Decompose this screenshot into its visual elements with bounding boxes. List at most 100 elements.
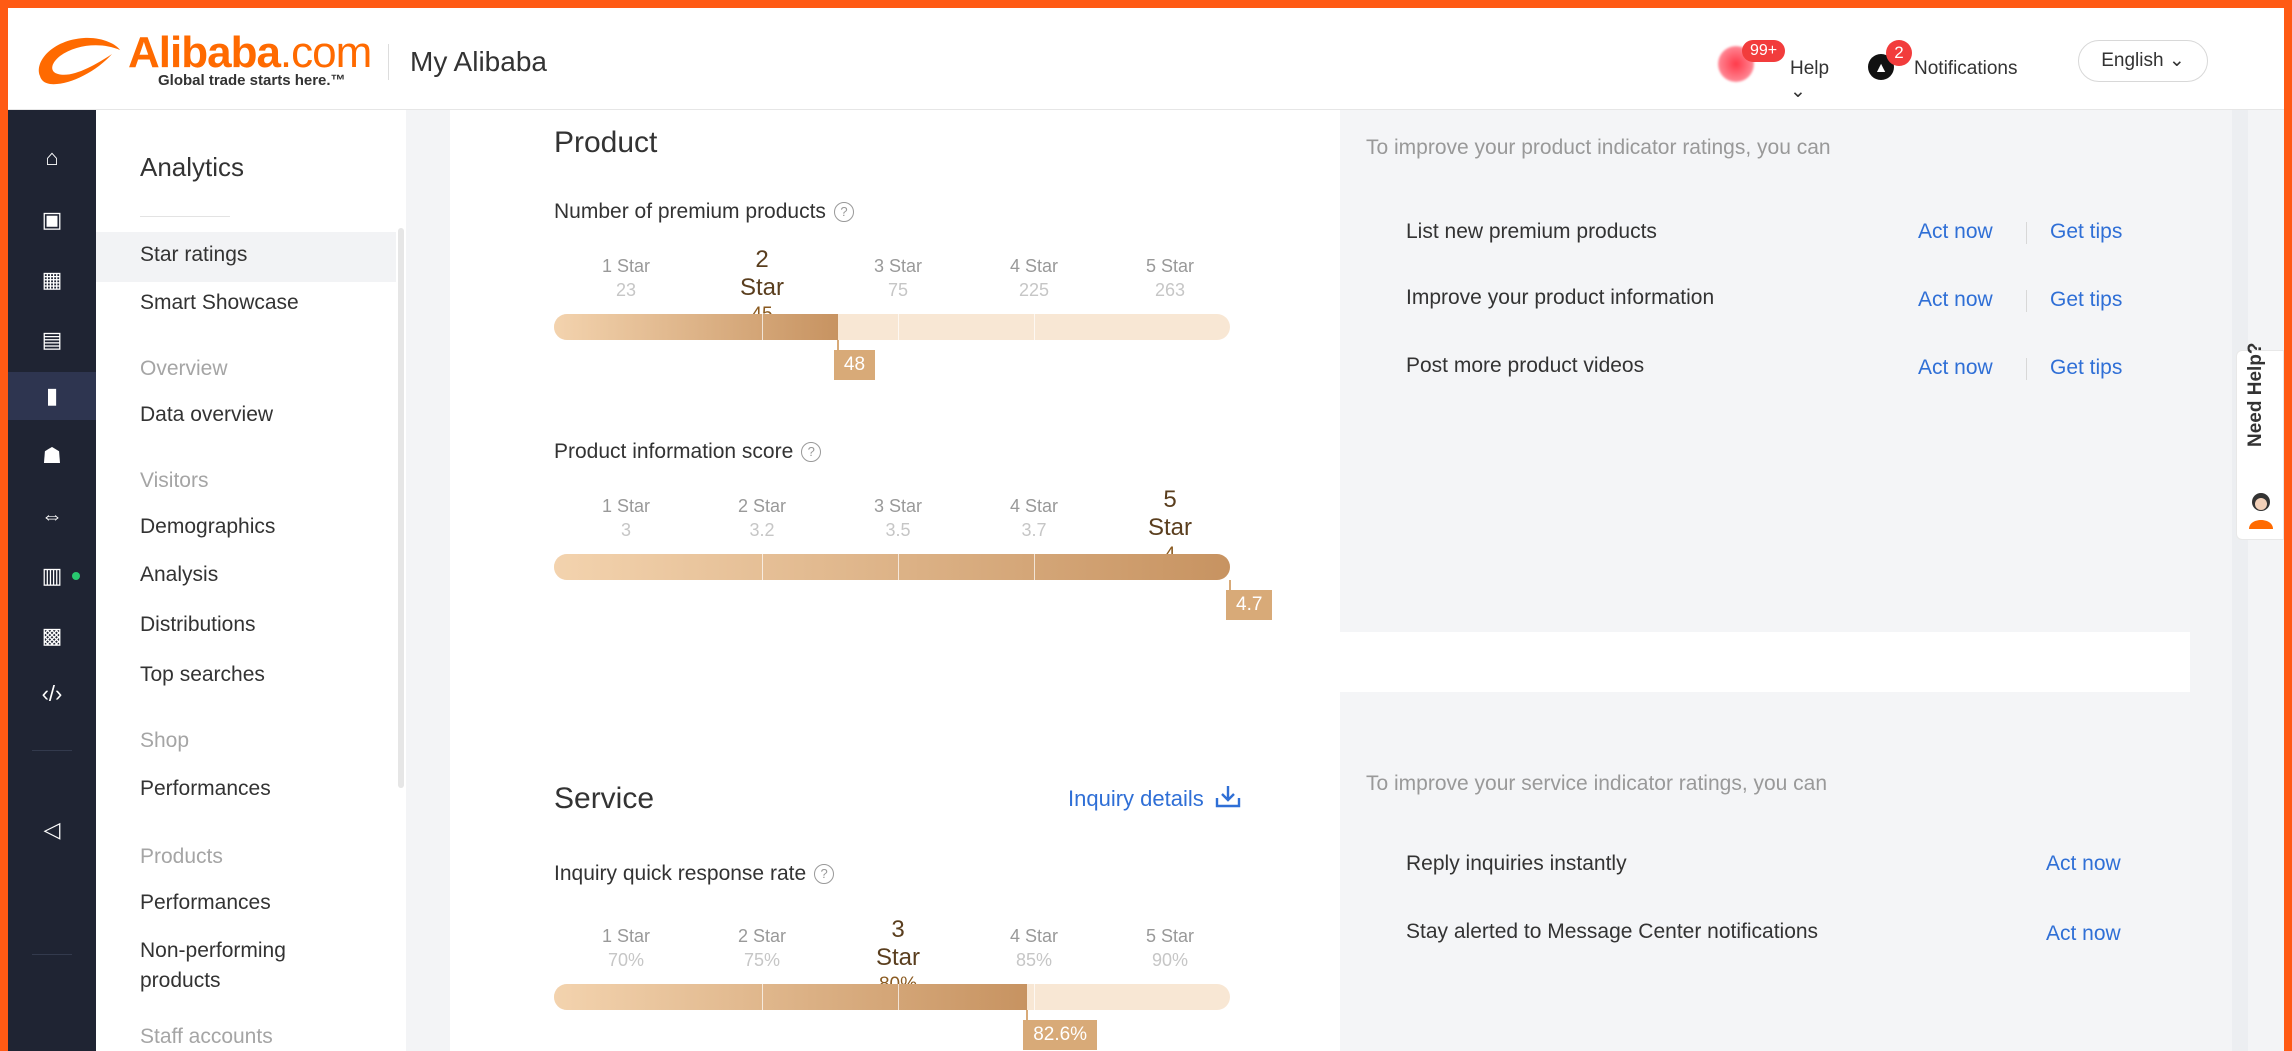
info-your-value-marker: 4.7 xyxy=(1226,590,1273,620)
clipboard-icon[interactable]: ▥ xyxy=(8,552,96,600)
menu-item-non-performing[interactable]: Non-performing xyxy=(140,938,286,964)
tip-stay-alerted: Stay alerted to Message Center notificat… xyxy=(1406,920,1819,943)
menu-scrollbar[interactable] xyxy=(398,228,404,788)
response-star-threshold: 90% xyxy=(1151,950,1189,970)
tip-reply-instantly: Reply inquiries instantly xyxy=(1406,852,1627,875)
response-star-threshold: 85% xyxy=(1015,950,1053,970)
message-count-badge: 99+ xyxy=(1742,40,1786,62)
premium-your-value-marker: 48 xyxy=(833,350,876,380)
response-progress-tick xyxy=(898,984,899,1010)
notifications-menu[interactable]: ▲ 2 Notifications xyxy=(1864,38,2044,80)
service-section-title: Service xyxy=(554,782,655,815)
tip-post-videos: Post more product videos xyxy=(1406,354,1645,377)
menu-item-star-ratings[interactable]: Star ratings xyxy=(140,242,247,268)
alibaba-logo[interactable]: Alibaba.com Global trade starts here.™ xyxy=(32,28,392,92)
download-icon[interactable] xyxy=(1214,784,1242,810)
analytics-icon[interactable]: ▮ xyxy=(8,372,96,420)
product-tips-heading: To improve your product indicator rating… xyxy=(1366,136,1831,159)
need-help-label: Need Help? xyxy=(2245,342,2266,447)
premium-star-label: 3 Star xyxy=(873,256,923,276)
info-star-threshold: 3 xyxy=(620,520,631,540)
menu-item-data-overview[interactable]: Data overview xyxy=(140,402,273,428)
product-info-title: Product information score? xyxy=(554,440,822,464)
menu-item-analysis[interactable]: Analysis xyxy=(140,562,218,588)
question-icon[interactable]: ? xyxy=(814,864,835,884)
premium-star-threshold: 225 xyxy=(1018,280,1050,300)
header-divider xyxy=(388,44,389,80)
icon-rail: ⌂ ▣ ▦ ▤ ▮ ☗ ⇔ ▥ ▩ ‹/› ◁ xyxy=(8,110,96,1051)
info-star-threshold: 3.2 xyxy=(749,520,775,540)
help-menu[interactable]: 99+ Help ⌄ xyxy=(1708,38,1848,102)
card-gap xyxy=(1340,632,2190,692)
response-star-label-current-line2: Star xyxy=(875,944,920,971)
menu-item-smart-showcase[interactable]: Smart Showcase xyxy=(140,290,299,316)
info-star-label-current: 5 xyxy=(1163,486,1177,513)
act-now-link[interactable]: Act now xyxy=(2046,922,2121,946)
get-tips-link[interactable]: Get tips xyxy=(2050,288,2122,312)
menu-item-shop-performances[interactable]: Performances xyxy=(140,776,271,802)
info-star-label: 2 Star xyxy=(737,496,787,516)
response-star-label-current: 3 xyxy=(891,916,905,943)
tip-list-premium: List new premium products xyxy=(1406,220,1657,243)
response-progress-tick xyxy=(762,984,763,1010)
send-icon[interactable]: ◁ xyxy=(8,806,96,854)
info-star-threshold: 3.7 xyxy=(1021,520,1047,540)
premium-star-label-current-line2: Star xyxy=(739,274,784,301)
response-rate-title: Inquiry quick response rate? xyxy=(554,862,835,886)
grid-icon[interactable]: ▦ xyxy=(8,256,96,304)
info-star-label: 1 Star xyxy=(601,496,651,516)
premium-progress-track xyxy=(554,314,1230,340)
support-agent-icon xyxy=(2249,493,2273,529)
menu-group-overview: Overview xyxy=(140,357,228,380)
home-icon[interactable]: ⌂ xyxy=(8,134,96,182)
question-icon[interactable]: ? xyxy=(801,442,822,462)
users-icon[interactable]: ☗ xyxy=(8,432,96,480)
premium-star-label: 4 Star xyxy=(1009,256,1059,276)
help-dropdown[interactable]: Help ⌄ xyxy=(1790,58,1848,103)
act-now-link[interactable]: Act now xyxy=(2046,852,2121,876)
need-help-widget[interactable]: Need Help? xyxy=(2236,342,2284,540)
question-icon[interactable]: ? xyxy=(833,202,854,222)
get-tips-link[interactable]: Get tips xyxy=(2050,356,2122,380)
premium-star-threshold: 263 xyxy=(1154,280,1186,300)
menu-item-non-performing-line2[interactable]: products xyxy=(140,968,221,994)
menu-item-product-performances[interactable]: Performances xyxy=(140,890,271,916)
language-select[interactable]: English ⌄ xyxy=(2078,40,2208,82)
notification-count-badge: 2 xyxy=(1886,40,1912,66)
tip-improve-info: Improve your product information xyxy=(1406,286,1715,309)
response-star-threshold: 75% xyxy=(743,950,781,970)
response-star-label: 1 Star xyxy=(601,926,651,946)
get-tips-link[interactable]: Get tips xyxy=(2050,220,2122,244)
act-now-link[interactable]: Act now xyxy=(1918,288,1993,312)
menu-group-products: Products xyxy=(140,845,223,868)
code-icon[interactable]: ‹/› xyxy=(8,670,96,718)
response-star-threshold: 70% xyxy=(607,950,645,970)
menu-item-demographics[interactable]: Demographics xyxy=(140,514,275,540)
act-now-link[interactable]: Act now xyxy=(1918,220,1993,244)
app-frame: Alibaba.com Global trade starts here.™ M… xyxy=(8,8,2284,1051)
briefcase-icon[interactable]: ▩ xyxy=(8,612,96,660)
menu-group-visitors: Visitors xyxy=(140,469,209,492)
main-content: Product Number of premium products? Prod… xyxy=(406,110,2248,1051)
inquiry-details-link[interactable]: Inquiry details xyxy=(1068,784,1242,812)
menu-item-distributions[interactable]: Distributions xyxy=(140,612,256,638)
response-progress-tick xyxy=(1034,984,1035,1010)
link-separator xyxy=(2026,222,2027,244)
flow-icon[interactable]: ⇔ xyxy=(8,492,96,540)
menu-item-top-searches[interactable]: Top searches xyxy=(140,662,265,688)
act-now-link[interactable]: Act now xyxy=(1918,356,1993,380)
response-star-label: 5 Star xyxy=(1145,926,1195,946)
store-icon[interactable]: ▣ xyxy=(8,196,96,244)
premium-progress-tick xyxy=(898,314,899,340)
premium-star-label-current: 2 xyxy=(755,246,769,273)
premium-progress-tick xyxy=(1034,314,1035,340)
logo-wordmark: Alibaba.com xyxy=(128,28,372,77)
premium-star-label: 1 Star xyxy=(601,256,651,276)
info-star-threshold: 3.5 xyxy=(885,520,911,540)
rail-divider xyxy=(32,954,72,955)
service-tips-heading: To improve your service indicator rating… xyxy=(1366,772,1828,795)
info-star-label: 4 Star xyxy=(1009,496,1059,516)
notifications-link[interactable]: Notifications xyxy=(1914,58,2018,80)
page-scrollbar[interactable] xyxy=(2232,110,2248,1051)
chat-icon[interactable]: ▤ xyxy=(8,316,96,364)
